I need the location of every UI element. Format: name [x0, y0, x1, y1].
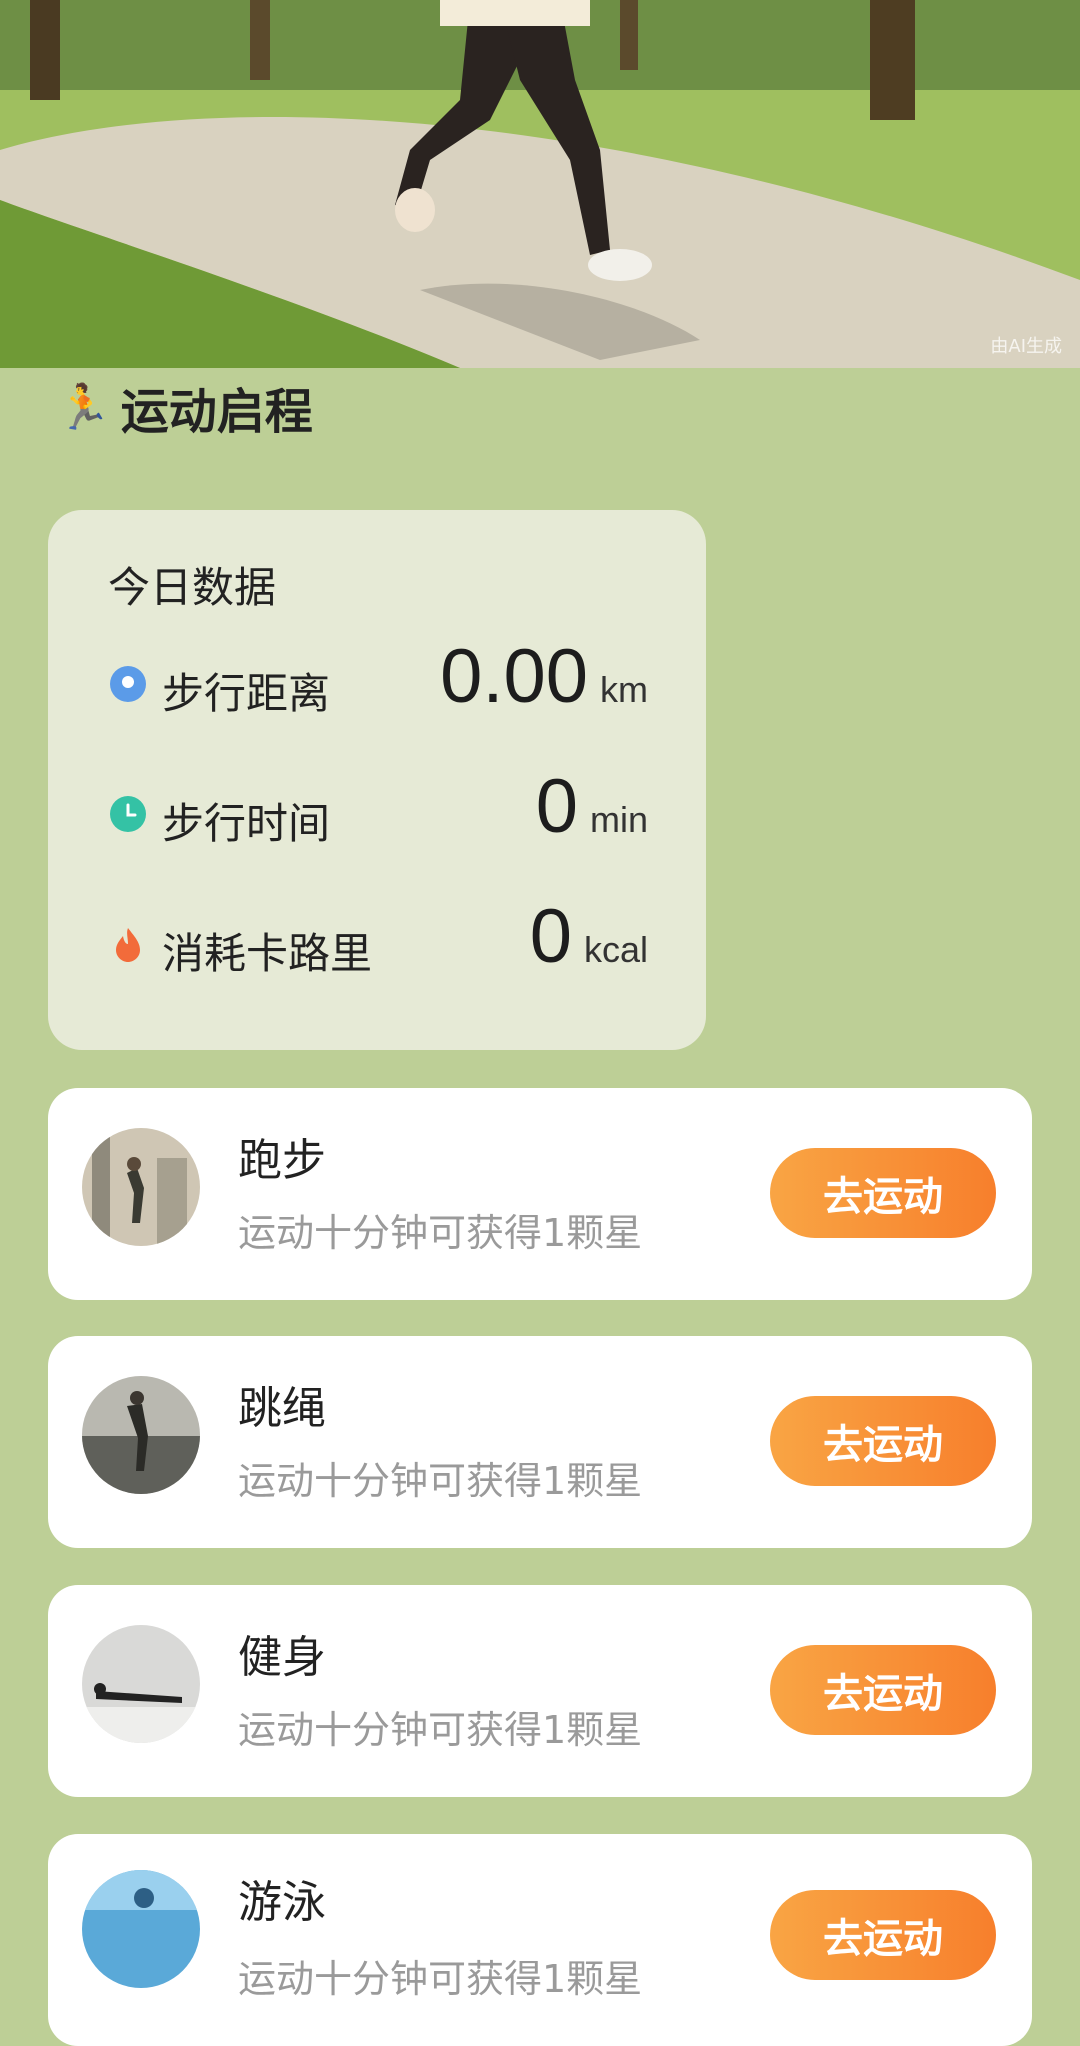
sport-card-fitness: 健身 运动十分钟可获得1颗星 去运动 — [48, 1585, 1032, 1797]
stats-card-title: 今日数据 — [108, 563, 277, 612]
stat-unit: kcal — [583, 929, 648, 970]
stat-value: 0.00 — [440, 634, 588, 719]
clock-icon — [110, 796, 146, 832]
today-stats-card: 今日数据 步行距离 0.00 km 步行时间 0 min 消耗卡路里 0 kca… — [48, 510, 706, 1050]
sport-card-running: 跑步 运动十分钟可获得1颗星 去运动 — [48, 1088, 1032, 1300]
running-thumbnail — [82, 1128, 200, 1246]
jump-rope-thumbnail — [82, 1376, 200, 1494]
sport-reward-text: 运动十分钟可获得1颗星 — [238, 1708, 643, 1752]
park-runner-illustration — [0, 0, 1080, 368]
stat-value: 0 — [529, 894, 572, 979]
runner-icon: 🏃 — [56, 382, 111, 433]
flame-icon — [116, 928, 140, 962]
sport-name: 跳绳 — [238, 1383, 326, 1434]
sport-name: 健身 — [238, 1632, 326, 1683]
stat-row-time: 步行时间 0 min — [108, 764, 648, 860]
stat-row-distance: 步行距离 0.00 km — [108, 634, 648, 730]
ai-generated-watermark: 由AI生成 — [990, 336, 1062, 357]
stat-unit: min — [589, 799, 648, 840]
go-exercise-button[interactable]: 去运动 — [770, 1396, 996, 1486]
location-pin-icon — [110, 666, 146, 702]
go-exercise-button[interactable]: 去运动 — [770, 1148, 996, 1238]
sport-card-jump-rope: 跳绳 运动十分钟可获得1颗星 去运动 — [48, 1336, 1032, 1548]
stat-label: 消耗卡路里 — [162, 929, 373, 978]
sport-reward-text: 运动十分钟可获得1颗星 — [238, 1211, 643, 1255]
stat-value: 0 — [535, 764, 578, 849]
sport-name: 跑步 — [238, 1135, 326, 1186]
go-exercise-button[interactable]: 去运动 — [770, 1645, 996, 1735]
stat-label: 步行距离 — [162, 669, 331, 718]
go-exercise-button[interactable]: 去运动 — [770, 1890, 996, 1980]
stat-label: 步行时间 — [162, 799, 331, 848]
fitness-thumbnail — [82, 1625, 200, 1743]
sport-card-swimming: 游泳 运动十分钟可获得1颗星 去运动 — [48, 1834, 1032, 2046]
sport-name: 游泳 — [238, 1877, 326, 1928]
hero-banner-image: 由AI生成 — [0, 0, 1080, 368]
swimming-thumbnail — [82, 1870, 200, 1988]
section-title: 🏃 运动启程 — [56, 372, 313, 442]
stat-row-calories: 消耗卡路里 0 kcal — [108, 894, 648, 990]
stat-unit: km — [600, 669, 648, 710]
sport-reward-text: 运动十分钟可获得1颗星 — [238, 1459, 643, 1503]
sport-reward-text: 运动十分钟可获得1颗星 — [238, 1957, 643, 2001]
section-title-text: 运动启程 — [120, 384, 313, 440]
